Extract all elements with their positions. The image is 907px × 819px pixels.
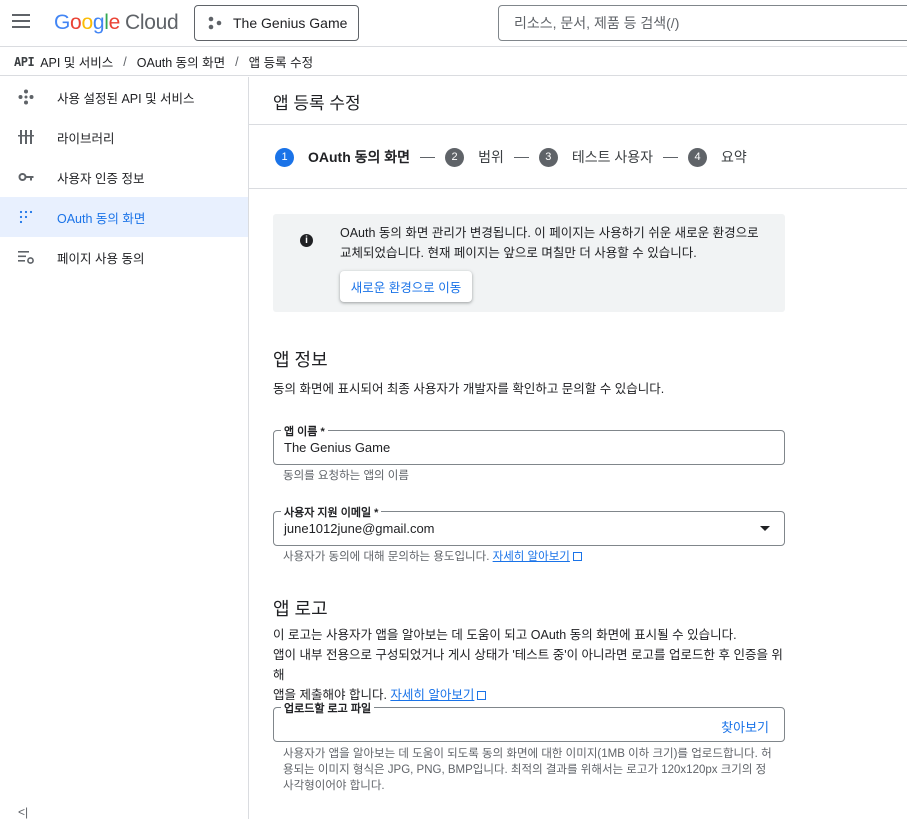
sidebar-item-label: OAuth 동의 화면 xyxy=(57,211,146,226)
sidebar: 사용 설정된 API 및 서비스 라이브러리 사용자 인증 정보 OAuth 동… xyxy=(0,77,249,819)
browse-button[interactable]: 찾아보기 xyxy=(721,717,769,736)
project-icon xyxy=(208,16,222,30)
api-diamond-icon xyxy=(17,88,35,106)
step-oauth-consent[interactable]: 1 OAuth 동의 화면 xyxy=(275,147,410,167)
step-connector xyxy=(663,156,679,158)
step-summary[interactable]: 4 요약 xyxy=(688,147,747,167)
app-name-value: The Genius Game xyxy=(284,440,391,455)
info-icon: i xyxy=(300,234,313,247)
settings-list-icon xyxy=(17,248,35,266)
step-label: 테스트 사용자 xyxy=(571,149,654,165)
step-number: 4 xyxy=(688,147,708,167)
desc-line: 앱이 내부 전용으로 구성되었거나 게시 상태가 '테스트 중'이 아니라면 로… xyxy=(273,648,783,682)
dots-grid-icon xyxy=(17,208,35,226)
step-label: OAuth 동의 화면 xyxy=(308,149,411,165)
breadcrumb: API API 및 서비스 / OAuth 동의 화면 / 앱 등록 수정 xyxy=(0,48,907,76)
step-scopes[interactable]: 2 범위 xyxy=(445,147,504,167)
go-to-new-experience-button[interactable]: 새로운 환경으로 이동 xyxy=(340,271,472,302)
sidebar-item-label: 사용자 인증 정보 xyxy=(57,171,145,186)
sidebar-item-label: 라이브러리 xyxy=(57,131,115,146)
step-number: 3 xyxy=(538,147,558,167)
api-logo-icon: API xyxy=(14,54,35,69)
breadcrumb-oauth-consent[interactable]: OAuth 동의 화면 xyxy=(137,52,225,71)
breadcrumb-separator: / xyxy=(235,54,239,69)
logo-upload-field[interactable]: 업로드할 로고 파일 찾아보기 xyxy=(273,700,785,742)
step-label: 요약 xyxy=(721,149,747,165)
desc-line: 이 로고는 사용자가 앱을 알아보는 데 도움이 되고 OAuth 동의 화면에… xyxy=(273,628,737,642)
main-content: 앱 등록 수정 1 OAuth 동의 화면 2 범위 3 테스트 사용자 4 요… xyxy=(249,77,907,819)
library-icon xyxy=(17,128,35,146)
divider xyxy=(249,124,907,125)
search-input[interactable]: 리소스, 문서, 제품 등 검색(/) xyxy=(498,5,907,41)
project-name: The Genius Game xyxy=(233,15,348,31)
step-number: 1 xyxy=(275,147,294,167)
page-title: 앱 등록 수정 xyxy=(273,94,361,113)
app-logo-description: 이 로고는 사용자가 앱을 알아보는 데 도움이 되고 OAuth 동의 화면에… xyxy=(273,625,793,705)
learn-more-link[interactable]: 자세히 알아보기 xyxy=(493,551,570,563)
step-label: 범위 xyxy=(478,149,504,165)
google-cloud-logo[interactable]: Google Cloud xyxy=(54,11,179,35)
sidebar-item-label: 사용 설정된 API 및 서비스 xyxy=(57,91,195,106)
search-placeholder: 리소스, 문서, 제품 등 검색(/) xyxy=(514,15,680,31)
app-name-hint: 동의를 요청하는 앱의 이름 xyxy=(283,470,409,482)
sidebar-item-label: 페이지 사용 동의 xyxy=(57,251,145,266)
support-email-hint: 사용자가 동의에 대해 문의하는 용도입니다. 자세히 알아보기 xyxy=(283,549,773,565)
breadcrumb-separator: / xyxy=(123,54,127,69)
step-connector xyxy=(420,156,436,158)
main-menu-icon[interactable] xyxy=(12,14,30,28)
app-logo-heading: 앱 로고 xyxy=(273,599,328,619)
sidebar-item-credentials[interactable]: 사용자 인증 정보 xyxy=(0,157,248,197)
app-name-label: 앱 이름 * xyxy=(281,423,328,439)
sidebar-item-oauth-consent[interactable]: OAuth 동의 화면 xyxy=(0,197,248,237)
app-info-description: 동의 화면에 표시되어 최종 사용자가 개발자를 확인하고 문의할 수 있습니다… xyxy=(273,382,665,396)
step-connector xyxy=(513,156,529,158)
support-email-label: 사용자 지원 이메일 * xyxy=(281,504,382,520)
learn-more-link[interactable]: 자세히 알아보기 xyxy=(390,688,474,702)
step-test-users[interactable]: 3 테스트 사용자 xyxy=(538,147,654,167)
app-name-field[interactable]: 앱 이름 * The Genius Game xyxy=(273,423,785,465)
app-info-heading: 앱 정보 xyxy=(273,350,328,370)
step-number: 2 xyxy=(445,147,465,167)
chevron-down-icon xyxy=(760,526,770,531)
logo-upload-label: 업로드할 로고 파일 xyxy=(281,700,375,716)
support-email-select[interactable]: 사용자 지원 이메일 * june1012june@gmail.com xyxy=(273,504,785,546)
sidebar-item-library[interactable]: 라이브러리 xyxy=(0,117,248,157)
migration-notice: i OAuth 동의 화면 관리가 변경됩니다. 이 페이지는 사용하기 쉬운 … xyxy=(273,214,785,312)
breadcrumb-current: 앱 등록 수정 xyxy=(248,56,314,70)
key-icon xyxy=(17,168,35,186)
project-picker-button[interactable]: The Genius Game xyxy=(194,5,359,41)
notice-text: OAuth 동의 화면 관리가 변경됩니다. 이 페이지는 사용하기 쉬운 새로… xyxy=(340,226,759,260)
support-email-value: june1012june@gmail.com xyxy=(284,521,435,536)
sidebar-item-enabled-apis[interactable]: 사용 설정된 API 및 서비스 xyxy=(0,77,248,117)
breadcrumb-api-services[interactable]: API 및 서비스 xyxy=(40,52,113,71)
stepper: 1 OAuth 동의 화면 2 범위 3 테스트 사용자 4 요약 xyxy=(275,147,747,167)
divider xyxy=(249,188,907,189)
external-link-icon xyxy=(477,691,487,700)
logo-upload-hint: 사용자가 앱을 알아보는 데 도움이 되도록 동의 화면에 대한 이미지(1MB… xyxy=(283,748,772,792)
top-bar: Google Cloud The Genius Game 리소스, 문서, 제품 … xyxy=(0,0,907,47)
collapse-sidebar-icon[interactable]: <| xyxy=(18,805,28,819)
external-link-icon xyxy=(572,552,582,561)
sidebar-item-page-usage-agreements[interactable]: 페이지 사용 동의 xyxy=(0,237,248,277)
hint-text: 사용자가 동의에 대해 문의하는 용도입니다. xyxy=(283,551,490,563)
